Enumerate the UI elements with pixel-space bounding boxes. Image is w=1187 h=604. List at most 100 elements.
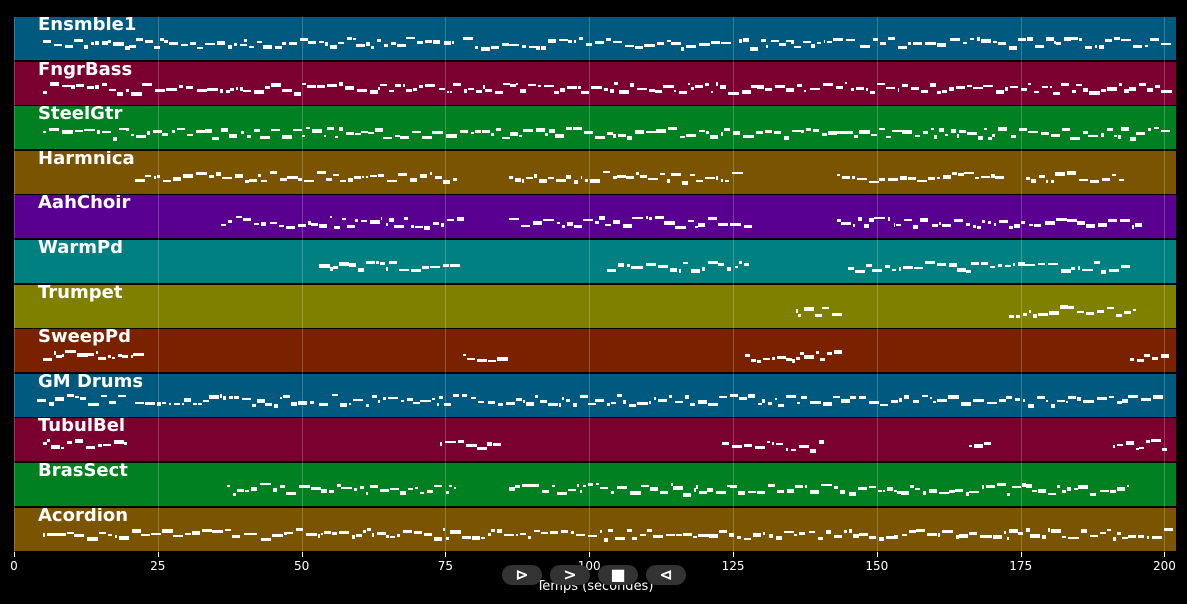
note bbox=[144, 40, 153, 44]
note bbox=[937, 43, 947, 48]
note bbox=[519, 134, 523, 137]
note bbox=[226, 485, 231, 488]
note bbox=[669, 395, 673, 399]
note bbox=[757, 403, 762, 406]
fast-forward-button[interactable]: > bbox=[550, 565, 590, 585]
note bbox=[579, 490, 583, 494]
note bbox=[707, 488, 714, 493]
note bbox=[650, 487, 658, 492]
note bbox=[1037, 396, 1045, 400]
note bbox=[385, 267, 389, 272]
note bbox=[844, 529, 847, 533]
note bbox=[817, 536, 824, 540]
note bbox=[879, 178, 885, 182]
note bbox=[786, 87, 794, 92]
note bbox=[560, 529, 568, 533]
note bbox=[379, 83, 387, 86]
rewind-button[interactable]: ⊲ bbox=[646, 565, 686, 585]
note bbox=[548, 39, 557, 44]
note bbox=[908, 177, 917, 181]
note bbox=[981, 262, 989, 266]
note bbox=[543, 218, 554, 221]
note bbox=[56, 354, 62, 358]
note bbox=[304, 180, 315, 183]
note bbox=[896, 223, 901, 226]
note bbox=[386, 180, 398, 183]
play-button[interactable]: ⊳ bbox=[502, 565, 542, 585]
note bbox=[721, 42, 732, 45]
note bbox=[406, 398, 413, 402]
piano-roll: Ensmble1 FngrBass SteelGtr Harmnica AahChoir… bbox=[14, 17, 1176, 552]
note bbox=[1028, 82, 1031, 85]
note bbox=[345, 85, 355, 90]
note bbox=[98, 531, 107, 534]
note bbox=[727, 267, 732, 272]
note bbox=[720, 179, 724, 183]
note bbox=[822, 306, 829, 309]
note bbox=[1084, 46, 1092, 50]
note bbox=[720, 84, 726, 89]
note bbox=[380, 489, 390, 493]
note bbox=[1062, 535, 1067, 538]
note bbox=[871, 133, 877, 136]
note bbox=[380, 216, 383, 220]
note bbox=[521, 224, 531, 227]
note bbox=[1030, 533, 1041, 538]
note bbox=[66, 531, 74, 534]
note bbox=[112, 356, 115, 359]
note bbox=[71, 84, 75, 89]
note bbox=[690, 269, 701, 274]
note bbox=[998, 219, 1009, 223]
note bbox=[901, 533, 908, 536]
note bbox=[1004, 265, 1011, 268]
note bbox=[705, 82, 709, 86]
note bbox=[1123, 310, 1131, 314]
note bbox=[928, 177, 936, 181]
note bbox=[435, 176, 443, 180]
note bbox=[559, 87, 566, 92]
note bbox=[891, 400, 899, 404]
note bbox=[840, 221, 851, 225]
note bbox=[669, 268, 677, 273]
note bbox=[604, 87, 608, 91]
stop-button[interactable]: ■ bbox=[598, 565, 638, 585]
note bbox=[168, 403, 172, 406]
note bbox=[1004, 530, 1007, 534]
track-row: WarmPd bbox=[14, 240, 1176, 283]
note bbox=[665, 533, 676, 536]
note bbox=[1151, 535, 1162, 539]
note bbox=[656, 128, 667, 133]
note bbox=[311, 487, 321, 491]
note bbox=[150, 532, 161, 535]
note bbox=[329, 215, 332, 218]
note bbox=[852, 223, 856, 227]
note bbox=[1127, 485, 1130, 488]
note bbox=[471, 535, 481, 540]
note bbox=[948, 86, 954, 91]
note bbox=[612, 219, 621, 224]
note bbox=[705, 177, 716, 180]
note bbox=[470, 397, 477, 400]
note bbox=[544, 132, 548, 136]
note bbox=[134, 402, 145, 405]
note bbox=[690, 86, 694, 90]
note bbox=[720, 131, 724, 136]
note bbox=[1107, 127, 1114, 131]
note bbox=[988, 220, 992, 224]
note bbox=[709, 134, 718, 139]
note bbox=[423, 225, 430, 230]
note bbox=[617, 133, 626, 137]
note bbox=[902, 129, 913, 134]
note bbox=[685, 133, 697, 137]
note bbox=[520, 88, 526, 93]
note bbox=[536, 46, 541, 51]
note bbox=[318, 403, 329, 407]
note bbox=[813, 128, 820, 132]
note bbox=[153, 176, 156, 180]
note bbox=[730, 222, 741, 226]
note bbox=[551, 485, 555, 488]
note bbox=[630, 82, 634, 87]
track-row: GM Drums bbox=[14, 373, 1176, 417]
note bbox=[832, 312, 842, 316]
note bbox=[652, 534, 663, 538]
